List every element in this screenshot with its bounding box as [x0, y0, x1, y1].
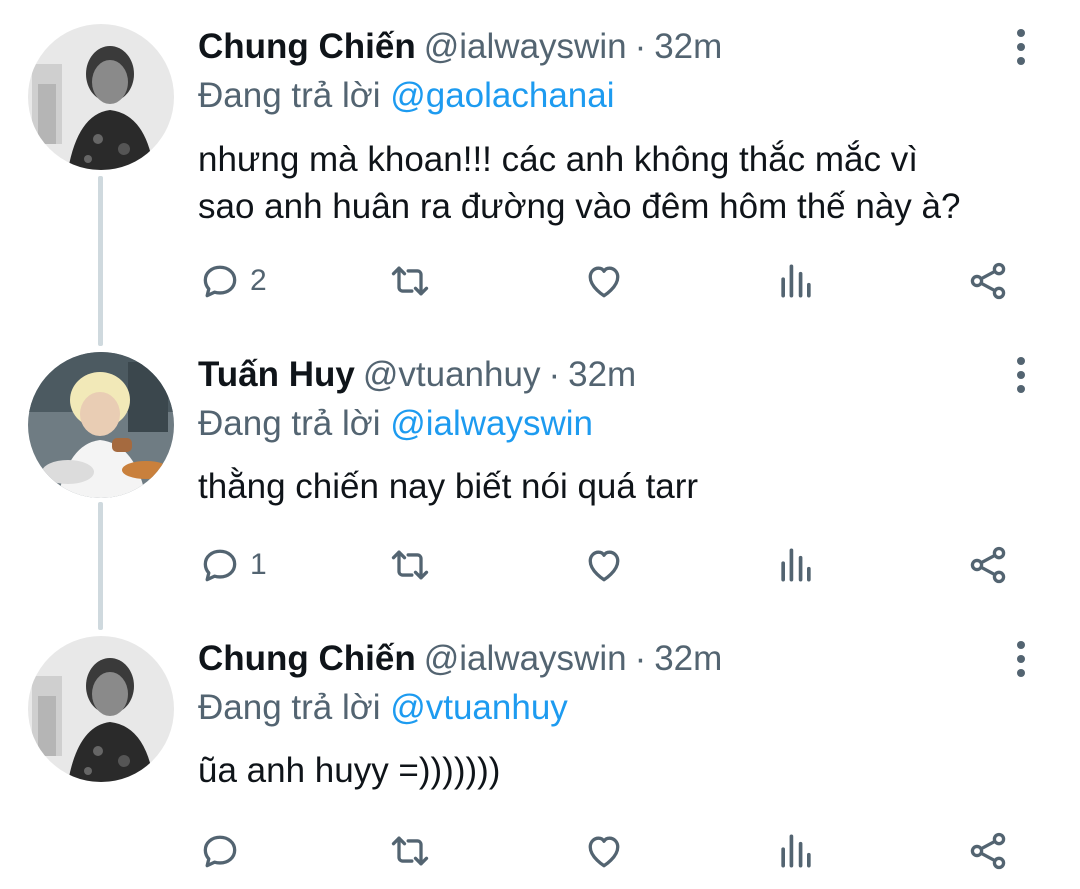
tweet-header: Tuấn Huy @vtuanhuy · 32m [198, 350, 636, 400]
tweet-text-line: ũa anh huyy =))))))) [198, 751, 501, 790]
analytics-icon [781, 548, 811, 582]
tweet-actions: 1 [0, 540, 1080, 590]
like-button[interactable] [582, 826, 626, 876]
retweet-icon [391, 550, 429, 580]
share-button[interactable] [966, 256, 1010, 306]
more-icon [1017, 641, 1025, 649]
reply-icon [203, 835, 237, 868]
reply-prefix: Đang trả lời [198, 76, 381, 115]
reply-count: 1 [250, 548, 267, 581]
reply-icon [203, 265, 237, 298]
display-name[interactable]: Tuấn Huy [198, 355, 355, 394]
avatar[interactable] [28, 636, 174, 782]
tweet-text-line: thằng chiến nay biết nói quá tarr [198, 467, 699, 506]
share-icon [970, 832, 1006, 870]
tweet-header: Chung Chiến @ialwayswin · 32m [198, 634, 722, 684]
like-icon [588, 550, 620, 582]
analytics-button[interactable] [774, 540, 818, 590]
separator: · [634, 639, 647, 678]
more-icon [1017, 357, 1025, 365]
tweet-text: thằng chiến nay biết nói quá tarr [198, 463, 1048, 510]
reply-mention-link[interactable]: @vtuanhuy [390, 688, 568, 727]
timestamp[interactable]: 32m [654, 27, 722, 66]
timestamp[interactable]: 32m [654, 639, 722, 678]
separator: · [548, 355, 561, 394]
analytics-icon [781, 264, 811, 298]
more-icon-dot [1017, 655, 1025, 663]
replying-to: Đang trả lời @gaolachanai [198, 72, 615, 120]
reply-button[interactable]: 2 [198, 256, 267, 306]
tweet-text: ũa anh huyy =))))))) [198, 747, 1048, 794]
like-button[interactable] [582, 256, 626, 306]
avatar[interactable] [28, 24, 174, 170]
replying-to: Đang trả lời @ialwayswin [198, 400, 593, 448]
retweet-button[interactable] [388, 826, 432, 876]
user-handle[interactable]: @vtuanhuy [363, 355, 541, 394]
retweet-icon [391, 836, 429, 866]
reply-prefix: Đang trả lời [198, 404, 381, 443]
analytics-button[interactable] [774, 826, 818, 876]
timestamp[interactable]: 32m [568, 355, 636, 394]
display-name[interactable]: Chung Chiến [198, 639, 416, 678]
more-options-button[interactable] [1004, 22, 1038, 72]
user-handle[interactable]: @ialwayswin [424, 639, 627, 678]
like-icon [588, 836, 620, 868]
retweet-button[interactable] [388, 540, 432, 590]
tweet-actions: 2 [0, 256, 1080, 306]
more-icon-dot [1017, 669, 1025, 677]
share-icon [970, 546, 1006, 584]
tweet-text-line: nhưng mà khoan!!! các anh không thắc mắc… [198, 140, 918, 179]
tweet-header: Chung Chiến @ialwayswin · 32m [198, 22, 722, 72]
reply-prefix: Đang trả lời [198, 688, 381, 727]
replying-to: Đang trả lời @vtuanhuy [198, 684, 568, 732]
reply-icon [203, 549, 237, 582]
reply-mention-link[interactable]: @gaolachanai [390, 76, 614, 115]
reply-button[interactable]: 1 [198, 540, 267, 590]
more-options-button[interactable] [1004, 634, 1038, 684]
share-icon [970, 262, 1006, 300]
more-icon-dot [1017, 371, 1025, 379]
like-icon [588, 266, 620, 298]
more-options-button[interactable] [1004, 350, 1038, 400]
more-icon-dot [1017, 385, 1025, 393]
tweet-actions [0, 826, 1080, 876]
more-icon-dot [1017, 43, 1025, 51]
user-handle[interactable]: @ialwayswin [424, 27, 627, 66]
share-button[interactable] [966, 826, 1010, 876]
analytics-button[interactable] [774, 256, 818, 306]
more-icon [1017, 29, 1025, 37]
reply-count: 2 [250, 264, 267, 297]
separator: · [634, 27, 647, 66]
more-icon-dot [1017, 57, 1025, 65]
reply-mention-link[interactable]: @ialwayswin [390, 404, 593, 443]
tweet-text-line: sao anh huân ra đường vào đêm hôm thế nà… [198, 187, 961, 226]
tweet-text: nhưng mà khoan!!! các anh không thắc mắc… [198, 136, 1048, 230]
retweet-icon [391, 266, 429, 296]
like-button[interactable] [582, 540, 626, 590]
share-button[interactable] [966, 540, 1010, 590]
analytics-icon [781, 834, 811, 868]
retweet-button[interactable] [388, 256, 432, 306]
avatar[interactable] [28, 352, 174, 498]
display-name[interactable]: Chung Chiến [198, 27, 416, 66]
reply-button[interactable] [198, 826, 250, 876]
